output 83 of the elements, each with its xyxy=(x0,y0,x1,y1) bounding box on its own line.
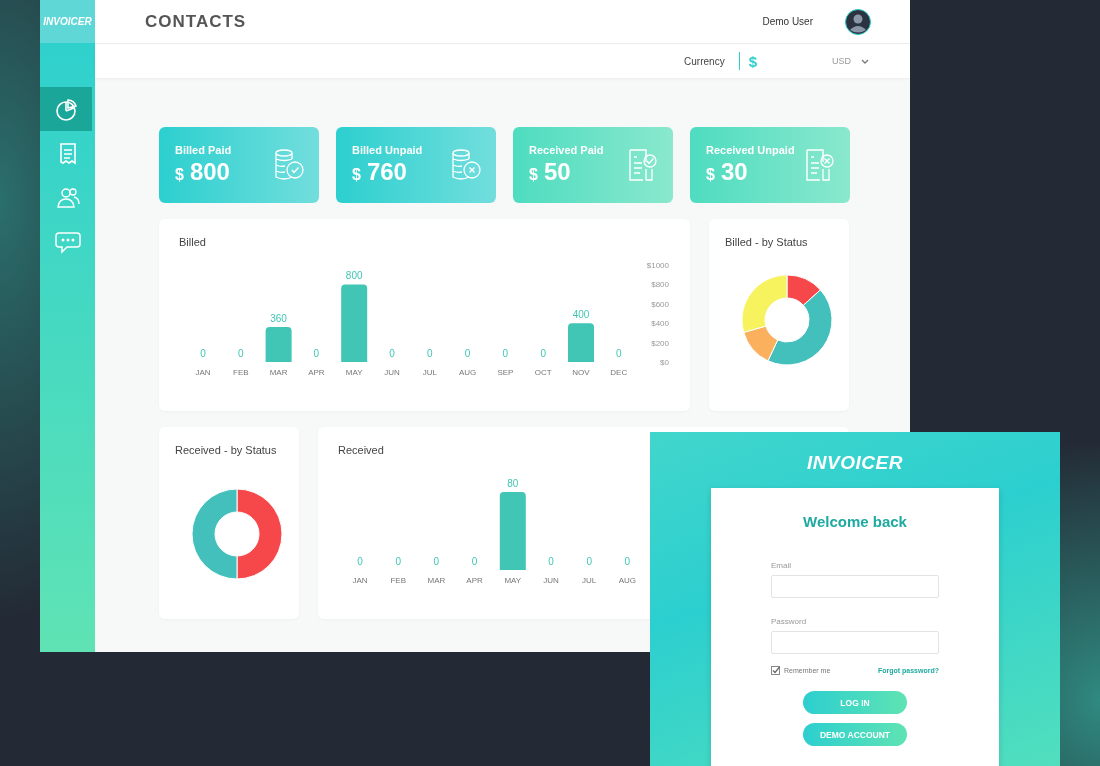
value-label: 0 xyxy=(238,348,244,359)
user-name[interactable]: Demo User xyxy=(762,16,813,27)
currency-symbol: $ xyxy=(175,166,184,184)
value-label: 0 xyxy=(502,348,509,359)
axis-label: DEC xyxy=(610,368,628,377)
card-label: Received Unpaid xyxy=(706,144,795,156)
value-label: 0 xyxy=(464,348,471,359)
amount-value: 30 xyxy=(720,158,748,186)
value-label: 0 xyxy=(313,348,320,359)
value-label: 0 xyxy=(200,348,206,359)
value-label: 0 xyxy=(433,556,440,567)
axis-label: AUG xyxy=(618,576,637,585)
card-label: Billed Paid xyxy=(175,144,232,156)
axis-label: JAN xyxy=(195,368,211,377)
axis-label: $400 xyxy=(651,319,669,329)
currency-dropdown[interactable]: USD xyxy=(765,56,869,66)
value-label: 0 xyxy=(540,348,546,359)
value-label: 0 xyxy=(586,556,592,567)
sidebar-logo: INVOICER xyxy=(40,0,95,43)
amount-value: 50 xyxy=(543,158,571,186)
currency-label: Currency xyxy=(684,55,725,67)
amount-value: 760 xyxy=(366,158,407,186)
value-label: 0 xyxy=(548,556,554,567)
bar xyxy=(568,323,594,362)
amount-value: 800 xyxy=(189,158,230,186)
chart-title: Received xyxy=(338,444,384,456)
axis-label: $0 xyxy=(660,358,669,367)
axis-label: $200 xyxy=(651,338,669,348)
value-label: 0 xyxy=(427,348,433,359)
axis-label: SEP xyxy=(497,368,514,377)
axis-label: $1000 xyxy=(646,261,669,270)
value-label: 360 xyxy=(270,313,287,325)
currency-symbol: $ xyxy=(529,166,538,184)
axis-label: MAY xyxy=(345,368,363,377)
axis-label: AUG xyxy=(458,368,477,377)
password-field[interactable] xyxy=(771,631,939,654)
login-logo: INVOICER xyxy=(807,452,903,474)
axis-label: MAR xyxy=(269,368,288,377)
axis-label: OCT xyxy=(534,368,552,377)
value-label: 0 xyxy=(395,556,401,567)
value-label: 800 xyxy=(345,270,363,282)
value-label: 0 xyxy=(616,348,622,359)
value-label: 400 xyxy=(572,309,590,321)
currency-symbol: $ xyxy=(352,166,361,184)
value-label: 80 xyxy=(507,478,519,489)
remember-checkbox[interactable] xyxy=(771,666,780,675)
currency-symbol: $ xyxy=(706,166,715,184)
axis-label: MAR xyxy=(427,576,446,585)
password-label: Password xyxy=(771,617,807,626)
value-label: 0 xyxy=(624,556,631,567)
sidebar-item[interactable] xyxy=(40,87,92,131)
axis-label: JAN xyxy=(352,576,368,585)
chart-title: Received - by Status xyxy=(175,444,277,456)
chart-title: Billed xyxy=(179,236,206,248)
currency-symbol: $ xyxy=(748,52,757,70)
card-label: Received Paid xyxy=(529,144,604,156)
axis-label: JUN xyxy=(543,576,559,585)
email-field[interactable] xyxy=(771,575,939,598)
axis-label: JUL xyxy=(422,368,437,377)
bar xyxy=(265,327,292,362)
avatar-icon[interactable] xyxy=(845,8,871,35)
axis-label: FEB xyxy=(390,576,406,585)
chevron-down-icon xyxy=(861,58,869,64)
email-label: Email xyxy=(771,561,791,570)
demo-account-button[interactable]: DEMO ACCOUNT xyxy=(803,723,907,746)
login-heading: Welcome back xyxy=(803,513,907,530)
chart-pie-icon xyxy=(53,96,79,122)
axis-label: APR xyxy=(466,576,483,585)
card-label: Billed Unpaid xyxy=(352,144,423,156)
chart-title: Billed - by Status xyxy=(725,236,808,248)
axis-label: APR xyxy=(308,368,325,377)
value-label: 0 xyxy=(357,556,363,567)
value-label: 0 xyxy=(471,556,478,567)
axis-label: JUN xyxy=(384,368,400,377)
page-title: CONTACTS xyxy=(145,11,248,32)
login-button[interactable]: LOG IN xyxy=(803,691,907,714)
axis-label: NOV xyxy=(572,368,590,377)
axis-label: $800 xyxy=(651,280,669,290)
axis-label: FEB xyxy=(233,368,249,377)
axis-label: JUL xyxy=(582,576,597,585)
axis-label: MAY xyxy=(504,576,522,585)
axis-label: $600 xyxy=(651,299,669,309)
value-label: 0 xyxy=(389,348,395,359)
